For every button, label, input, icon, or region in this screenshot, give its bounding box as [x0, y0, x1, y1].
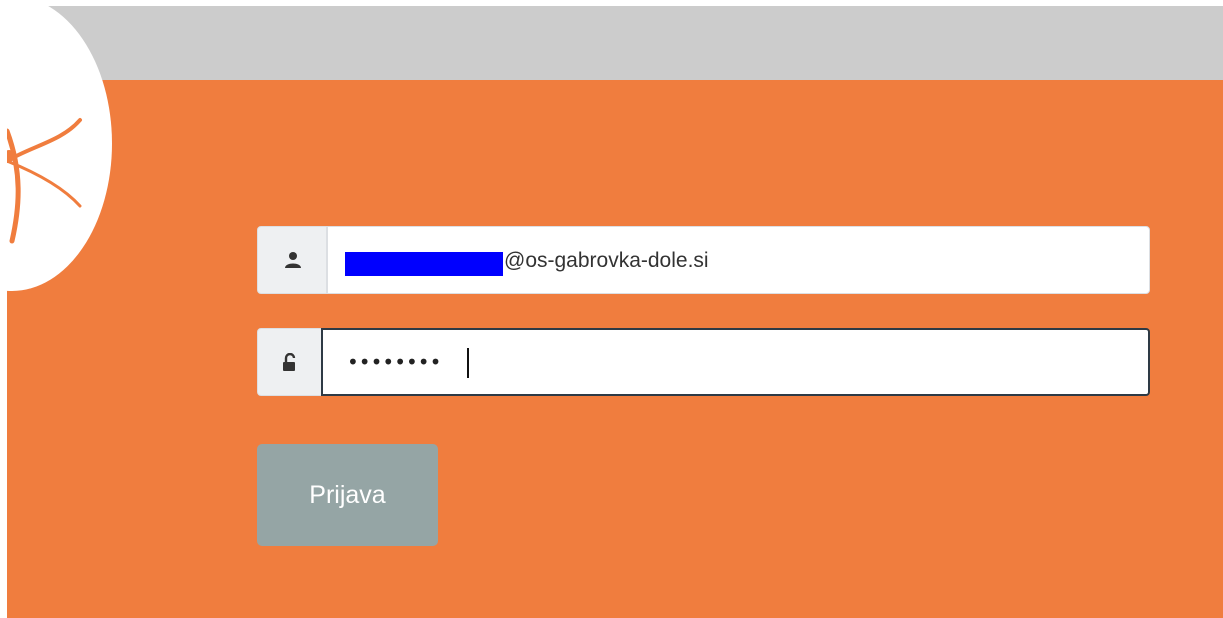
logo-mark-icon	[7, 118, 82, 244]
unlock-icon	[283, 353, 296, 371]
user-icon	[285, 252, 301, 268]
email-field[interactable]: @os-gabrovka-dole.si	[327, 226, 1150, 294]
text-caret	[467, 348, 469, 378]
password-addon	[257, 328, 322, 396]
login-button[interactable]: Prijava	[257, 444, 438, 546]
email-value: @os-gabrovka-dole.si	[504, 249, 709, 272]
email-addon	[257, 226, 327, 294]
email-redaction	[345, 252, 503, 276]
password-field-group: ••••••••	[257, 328, 1150, 396]
email-field-group: @os-gabrovka-dole.si	[257, 226, 1150, 294]
password-field[interactable]: ••••••••	[321, 328, 1150, 396]
top-bar	[7, 6, 1223, 80]
logo	[7, 6, 112, 291]
login-page: @os-gabrovka-dole.si •••••••• Prijava	[7, 6, 1223, 618]
password-value: ••••••••	[347, 350, 442, 374]
